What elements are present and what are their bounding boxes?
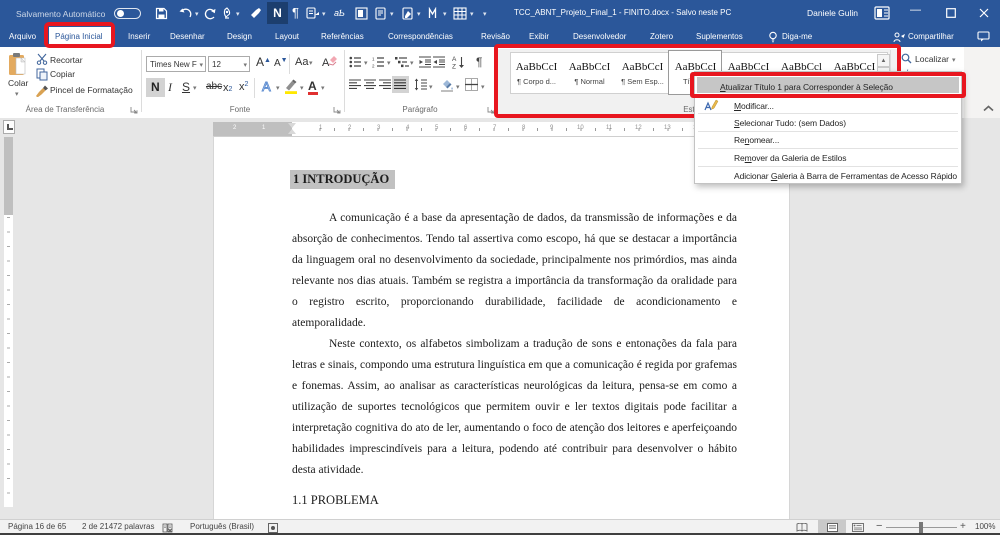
svg-text:A: A (322, 57, 330, 69)
svg-text:A: A (452, 56, 457, 63)
svg-text:1: 1 (372, 57, 375, 62)
svg-text:2: 2 (372, 64, 375, 69)
svg-text:A: A (262, 79, 271, 94)
svg-text:Z: Z (452, 64, 456, 70)
